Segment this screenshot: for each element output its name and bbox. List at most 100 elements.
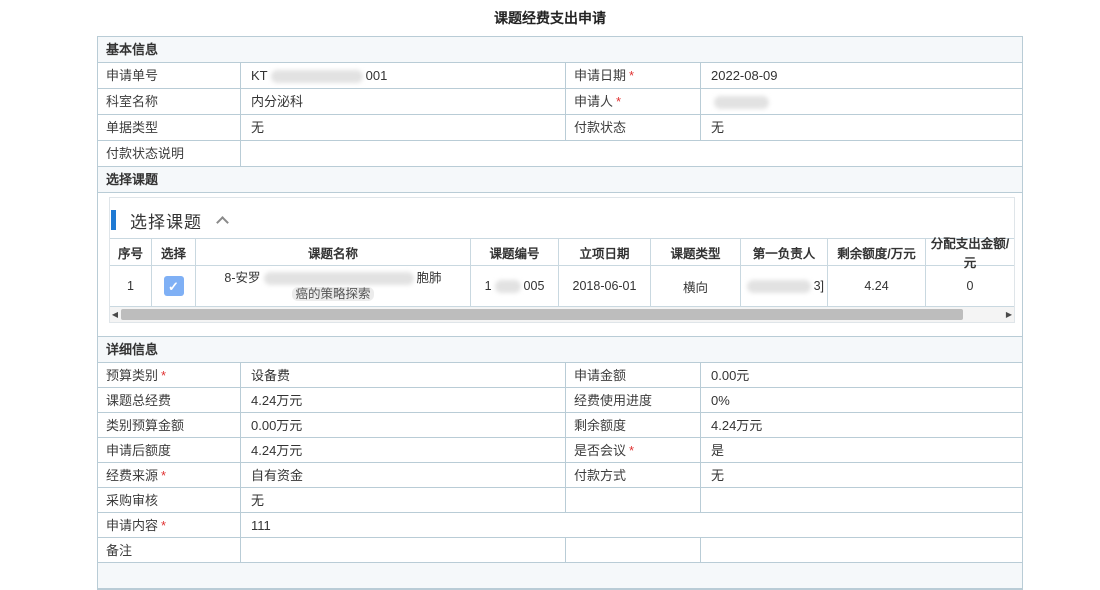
value-procurement-review: 无 — [241, 488, 566, 512]
redaction-patch — [714, 96, 769, 109]
select-topic-panel-header: 选择课题 — [110, 198, 1014, 238]
redaction-patch — [747, 280, 811, 293]
value-category-budget: 0.00万元 — [241, 413, 566, 437]
col-header-first-leader: 第一负责人 — [741, 239, 828, 265]
value-remark — [241, 538, 566, 562]
horizontal-scrollbar[interactable]: ◀ ▶ — [110, 307, 1014, 322]
value-department: 内分泌科 — [241, 89, 566, 114]
row-quota-after-apply: 申请后额度 4.24万元 是否会议* 是 — [98, 438, 1022, 463]
accent-bar — [111, 210, 116, 230]
cell-start-date: 2018-06-01 — [559, 266, 651, 306]
label-procurement-review: 采购审核 — [98, 488, 241, 512]
row-remark: 备注 — [98, 538, 1022, 563]
topic-table-row[interactable]: 1 ✓ 8-安罗胞肺 癌的策略探索 1005 — [110, 266, 1014, 307]
value-empty — [701, 488, 1022, 512]
page-title: 课题经费支出申请 — [0, 0, 1100, 28]
row-doc-type: 单据类型 无 付款状态 无 — [98, 115, 1022, 141]
collapse-chevron-up-icon[interactable] — [216, 216, 229, 229]
value-empty — [701, 538, 1022, 562]
cell-topic-code: 1005 — [471, 266, 559, 306]
col-header-allocated-amount: 分配支出金额/元 — [926, 239, 1014, 265]
section-title: 选择课题 — [106, 172, 158, 187]
required-asterisk: * — [161, 368, 166, 383]
col-header-index: 序号 — [110, 239, 152, 265]
redaction-patch — [495, 280, 521, 293]
value-is-meeting: 是 — [701, 438, 1022, 462]
select-topic-content: 选择课题 序号 选择 课题名称 课题编号 立项日期 课题类型 第一负责人 剩余额… — [98, 193, 1022, 337]
label-applicant: 申请人* — [566, 89, 701, 114]
value-apply-amount: 0.00元 — [701, 363, 1022, 387]
scroll-left-icon[interactable]: ◀ — [110, 307, 120, 322]
label-doc-type: 单据类型 — [98, 115, 241, 140]
cell-first-leader: 3] — [741, 266, 828, 306]
check-icon: ✓ — [168, 280, 179, 293]
value-applicant — [701, 89, 1022, 114]
label-category-budget: 类别预算金额 — [98, 413, 241, 437]
redaction-patch — [271, 70, 363, 83]
label-apply-amount: 申请金额 — [566, 363, 701, 387]
row-fund-source: 经费来源* 自有资金 付款方式 无 — [98, 463, 1022, 488]
col-header-remaining-quota: 剩余额度/万元 — [828, 239, 926, 265]
section-header-basic-info: 基本信息 — [98, 37, 1022, 63]
partially-redacted-text: 癌的策略探索 — [292, 287, 373, 301]
cell-select: ✓ — [152, 266, 196, 306]
section-header-select-topic: 选择课题 — [98, 167, 1022, 193]
row-procurement-review: 采购审核 无 — [98, 488, 1022, 513]
label-total-funds: 课题总经费 — [98, 388, 241, 412]
row-payment-status-note: 付款状态说明 — [98, 141, 1022, 167]
value-application-no: KT001 — [241, 63, 566, 88]
label-empty — [566, 538, 701, 562]
value-apply-content: 111 — [241, 513, 1022, 537]
label-fund-source: 经费来源* — [98, 463, 241, 487]
value-quota-after-apply: 4.24万元 — [241, 438, 566, 462]
required-asterisk: * — [161, 468, 166, 483]
row-category-budget: 类别预算金额 0.00万元 剩余额度 4.24万元 — [98, 413, 1022, 438]
row-total-funds: 课题总经费 4.24万元 经费使用进度 0% — [98, 388, 1022, 413]
label-payment-method: 付款方式 — [566, 463, 701, 487]
scrollbar-thumb[interactable] — [121, 309, 963, 320]
select-topic-card: 选择课题 序号 选择 课题名称 课题编号 立项日期 课题类型 第一负责人 剩余额… — [109, 197, 1015, 323]
required-asterisk: * — [629, 443, 634, 458]
cell-topic-name: 8-安罗胞肺 癌的策略探索 — [196, 266, 471, 306]
label-is-meeting: 是否会议* — [566, 438, 701, 462]
value-usage-progress: 0% — [701, 388, 1022, 412]
value-fund-source: 自有资金 — [241, 463, 566, 487]
col-header-topic-code: 课题编号 — [471, 239, 559, 265]
panel-title: 选择课题 — [130, 208, 202, 233]
value-apply-date: 2022-08-09 — [701, 63, 1022, 88]
scroll-right-icon[interactable]: ▶ — [1004, 307, 1014, 322]
section-title: 基本信息 — [106, 42, 158, 57]
col-header-topic-type: 课题类型 — [651, 239, 741, 265]
cell-remaining-quota: 4.24 — [828, 266, 926, 306]
value-payment-status-note — [241, 141, 1022, 166]
required-asterisk: * — [161, 518, 166, 533]
label-payment-status-note: 付款状态说明 — [98, 141, 241, 166]
section-title: 详细信息 — [106, 342, 158, 357]
required-asterisk: * — [616, 94, 621, 109]
col-header-topic-name: 课题名称 — [196, 239, 471, 265]
expense-application-form: 基本信息 申请单号 KT001 申请日期* 2022-08-09 科室名称 内分… — [97, 36, 1023, 590]
value-remaining-quota: 4.24万元 — [701, 413, 1022, 437]
detail-info-section: 详细信息 预算类别* 设备费 申请金额 0.00元 课题总经费 4.24万元 经… — [98, 337, 1022, 589]
section-header-detail-info: 详细信息 — [98, 337, 1022, 363]
label-usage-progress: 经费使用进度 — [566, 388, 701, 412]
row-department: 科室名称 内分泌科 申请人* — [98, 89, 1022, 115]
topic-table: 序号 选择 课题名称 课题编号 立项日期 课题类型 第一负责人 剩余额度/万元 … — [110, 238, 1014, 307]
col-header-start-date: 立项日期 — [559, 239, 651, 265]
row-budget-category: 预算类别* 设备费 申请金额 0.00元 — [98, 363, 1022, 388]
cell-topic-type: 横向 — [651, 266, 741, 306]
col-header-select: 选择 — [152, 239, 196, 265]
label-apply-content: 申请内容* — [98, 513, 241, 537]
label-quota-after-apply: 申请后额度 — [98, 438, 241, 462]
value-doc-type: 无 — [241, 115, 566, 140]
label-payment-status: 付款状态 — [566, 115, 701, 140]
label-apply-date: 申请日期* — [566, 63, 701, 88]
value-budget-category: 设备费 — [241, 363, 566, 387]
row-apply-content: 申请内容* 111 — [98, 513, 1022, 538]
cell-index: 1 — [110, 266, 152, 306]
scrollbar-track[interactable] — [120, 309, 1004, 320]
value-payment-method: 无 — [701, 463, 1022, 487]
cell-allocated-amount: 0 — [926, 266, 1014, 306]
topic-select-checkbox[interactable]: ✓ — [164, 276, 184, 296]
topic-table-header-row: 序号 选择 课题名称 课题编号 立项日期 课题类型 第一负责人 剩余额度/万元 … — [110, 239, 1014, 266]
